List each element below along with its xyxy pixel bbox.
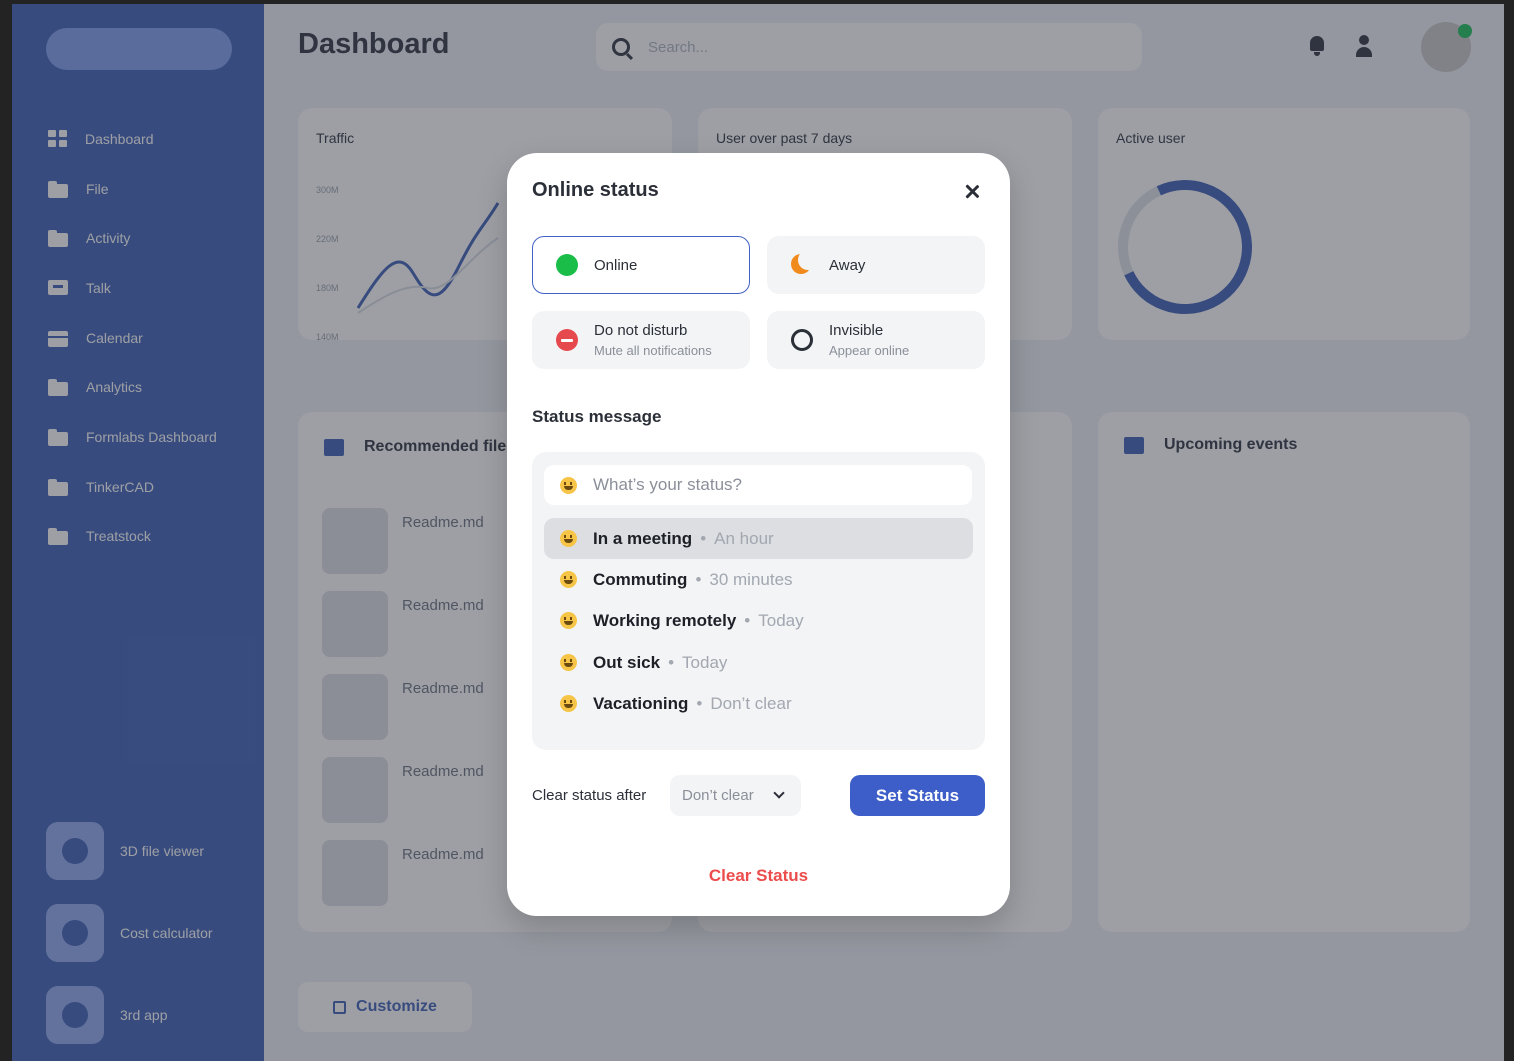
option-label: Do not disturb	[594, 322, 688, 339]
option-label: Away	[829, 256, 866, 274]
preset-label: Working remotely	[593, 610, 737, 630]
clear-after-value: Don’t clear	[682, 787, 754, 804]
preset-duration: Today	[758, 610, 804, 630]
option-text: Invisible Appear online	[829, 322, 909, 358]
chevron-down-icon	[773, 787, 785, 799]
smiley-emoji-icon	[560, 612, 577, 629]
smiley-emoji-icon	[560, 530, 577, 547]
online-dot-icon	[556, 254, 578, 276]
preset-duration: 30 minutes	[709, 569, 793, 589]
preset-commuting[interactable]: Commuting • 30 minutes	[544, 559, 973, 600]
preset-duration: Today	[682, 652, 728, 672]
close-icon[interactable]	[961, 181, 983, 203]
preset-out-sick[interactable]: Out sick • Today	[544, 642, 973, 683]
preset-label: Vacationing	[593, 693, 689, 713]
invisible-circle-icon	[791, 329, 813, 351]
preset-separator: •	[695, 569, 702, 589]
modal-title: Online status	[532, 179, 659, 201]
do-not-disturb-icon	[556, 329, 578, 351]
status-message-heading: Status message	[532, 407, 662, 426]
status-option-away[interactable]: Away	[767, 236, 985, 294]
option-text: Away	[829, 257, 865, 274]
app-window: Dashboard File Activity Talk Calendar An…	[12, 4, 1504, 1061]
preset-duration: Don’t clear	[710, 693, 792, 713]
option-sublabel: Appear online	[829, 343, 910, 358]
status-option-online[interactable]: Online	[532, 236, 750, 294]
moon-icon	[791, 250, 818, 276]
status-option-invisible[interactable]: Invisible Appear online	[767, 311, 985, 369]
option-sublabel: Mute all notifications	[594, 343, 712, 358]
clear-after-select[interactable]: Don’t clear	[670, 775, 801, 816]
smiley-emoji-icon	[560, 571, 577, 588]
smiley-emoji-icon[interactable]	[560, 476, 577, 494]
preset-label: Out sick	[593, 652, 661, 672]
preset-separator: •	[700, 528, 707, 548]
status-message-panel: In a meeting • An hour Commuting • 30 mi…	[532, 452, 985, 750]
set-status-button[interactable]: Set Status	[850, 775, 985, 816]
preset-label: In a meeting	[593, 528, 693, 548]
preset-label: Commuting	[593, 569, 688, 589]
status-input-field[interactable]	[544, 465, 972, 505]
option-text: Do not disturb Mute all notifications	[594, 322, 712, 358]
preset-vacationing[interactable]: Vacationing • Don’t clear	[544, 683, 973, 724]
status-option-do-not-disturb[interactable]: Do not disturb Mute all notifications	[532, 311, 750, 369]
option-label: Online	[594, 256, 638, 274]
option-text: Online	[594, 257, 637, 274]
smiley-emoji-icon	[560, 654, 577, 671]
preset-separator: •	[668, 652, 675, 672]
status-input[interactable]	[593, 475, 953, 495]
preset-separator: •	[696, 693, 703, 713]
clear-after-label: Clear status after	[532, 787, 647, 804]
preset-duration: An hour	[714, 528, 774, 548]
clear-status-button[interactable]: Clear Status	[657, 866, 860, 892]
preset-separator: •	[744, 610, 751, 630]
online-status-modal: Online status Online Away Do not disturb…	[507, 153, 1010, 916]
option-label: Invisible	[829, 322, 884, 339]
smiley-emoji-icon	[560, 695, 577, 712]
preset-working-remotely[interactable]: Working remotely • Today	[544, 600, 973, 641]
preset-in-a-meeting[interactable]: In a meeting • An hour	[544, 518, 973, 559]
